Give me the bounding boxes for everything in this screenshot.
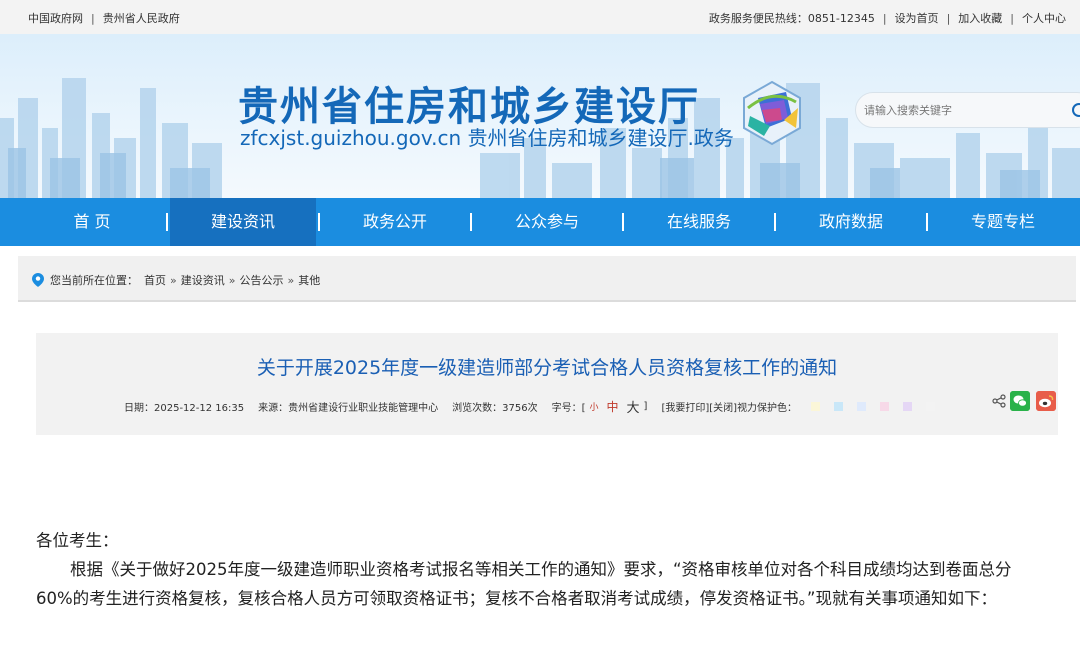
nav-separator <box>774 213 776 231</box>
breadcrumb-label: 您当前所在位置： <box>50 274 138 287</box>
link-gov-cn[interactable]: 中国政府网 <box>28 10 83 26</box>
set-homepage-link[interactable]: 设为首页 <box>895 10 939 26</box>
article-header: 关于开展2025年度一级建造师部分考试合格人员资格复核工作的通知 日期：2025… <box>36 333 1058 435</box>
eye-care-swatch-5[interactable] <box>926 401 936 411</box>
font-size-close: ] <box>643 401 648 412</box>
personal-center-link[interactable]: 个人中心 <box>1022 10 1066 26</box>
nav-item-public-affairs[interactable]: 政务公开 <box>322 198 468 246</box>
search-box <box>855 92 1080 128</box>
banner: 贵州省住房和城乡建设厅 zfcxjst.guizhou.gov.cn 贵州省住房… <box>0 34 1080 198</box>
separator: | <box>91 11 95 25</box>
body-paragraph: 根据《关于做好2025年度一级建造师职业资格考试报名等相关工作的通知》要求，“资… <box>36 560 1012 608</box>
main-nav: 首 页 建设资讯 政务公开 公众参与 在线服务 政府数据 专题专栏 <box>0 198 1080 246</box>
article-views: 浏览次数：3756次 <box>452 403 538 414</box>
nav-item-public-participation[interactable]: 公众参与 <box>474 198 620 246</box>
article-date: 日期：2025-12-12 16:35 <box>124 403 245 414</box>
nav-separator <box>166 213 168 231</box>
wechat-share-icon[interactable] <box>1010 391 1030 411</box>
breadcrumb: 您当前所在位置： 首页 » 建设资讯 » 公告公示 » 其他 <box>18 256 1076 302</box>
breadcrumb-other[interactable]: 其他 <box>298 272 320 288</box>
breadcrumb-separator: » <box>170 273 177 287</box>
hotline-label: 政务服务便民热线： <box>708 12 808 25</box>
font-size-label: 字号：[ <box>551 403 586 414</box>
nav-separator <box>622 213 624 231</box>
breadcrumb-home[interactable]: 首页 <box>144 272 166 288</box>
top-bar-right: 政务服务便民热线： 0851-12345 | 设为首页 | 加入收藏 | 个人中… <box>709 10 1066 26</box>
site-subtitle: zfcxjst.guizhou.gov.cn 贵州省住房和城乡建设厅.政务 <box>240 126 734 150</box>
nav-item-online-service[interactable]: 在线服务 <box>626 198 772 246</box>
nav-item-gov-data[interactable]: 政府数据 <box>778 198 924 246</box>
add-favorite-link[interactable]: 加入收藏 <box>958 10 1002 26</box>
print-button[interactable]: [我要打印] <box>661 399 709 414</box>
article-title: 关于开展2025年度一级建造师部分考试合格人员资格复核工作的通知 <box>256 357 838 379</box>
nav-item-news[interactable]: 建设资讯 <box>170 198 316 246</box>
eye-care-label: 视力保护色： <box>737 403 798 414</box>
share-bar <box>992 391 1056 411</box>
separator: | <box>1010 11 1014 25</box>
site-emblem-icon <box>743 80 801 146</box>
nav-separator <box>470 213 472 231</box>
nav-separator <box>926 213 928 231</box>
font-size-medium-button[interactable]: 中 <box>607 398 619 415</box>
hotline-number: 0851-12345 <box>807 11 875 25</box>
article-source: 来源：贵州省建设行业职业技能管理中心 <box>258 403 439 414</box>
breadcrumb-inner: 您当前所在位置： 首页 » 建设资讯 » 公告公示 » 其他 <box>32 272 320 288</box>
top-bar-left: 中国政府网 | 贵州省人民政府 <box>28 10 180 26</box>
font-size-small-button[interactable]: 小 <box>589 400 598 413</box>
eye-care-swatch-1[interactable] <box>834 401 844 411</box>
nav-separator <box>318 213 320 231</box>
eye-care-swatches <box>811 401 949 412</box>
search-icon[interactable] <box>1070 101 1080 121</box>
breadcrumb-news[interactable]: 建设资讯 <box>181 272 225 288</box>
nav-item-special-topics[interactable]: 专题专栏 <box>930 198 1076 246</box>
article-meta: 日期：2025-12-12 16:35 来源：贵州省建设行业职业技能管理中心 浏… <box>124 397 949 416</box>
greeting: 各位考生： <box>36 531 119 550</box>
top-bar: 中国政府网 | 贵州省人民政府 政务服务便民热线： 0851-12345 | 设… <box>0 0 1080 34</box>
link-guizhou-gov[interactable]: 贵州省人民政府 <box>103 10 180 26</box>
breadcrumb-separator: » <box>228 273 236 287</box>
article-body: 各位考生： 根据《关于做好2025年度一级建造师职业资格考试报名等相关工作的通知… <box>36 526 1046 613</box>
eye-care-swatch-2[interactable] <box>857 401 867 411</box>
share-icon[interactable] <box>992 394 1006 408</box>
separator: | <box>882 11 887 25</box>
eye-care-swatch-3[interactable] <box>880 401 890 411</box>
separator: | <box>946 11 951 25</box>
font-size-large-button[interactable]: 大 <box>627 397 640 416</box>
breadcrumb-separator: » <box>287 273 295 287</box>
location-pin-icon <box>32 273 44 287</box>
eye-care-swatch-4[interactable] <box>903 401 913 411</box>
breadcrumb-announcements[interactable]: 公告公示 <box>239 272 283 288</box>
weibo-share-icon[interactable] <box>1036 391 1056 411</box>
nav-item-home[interactable]: 首 页 <box>19 198 165 246</box>
eye-care-swatch-0[interactable] <box>811 401 821 411</box>
search-input[interactable] <box>864 101 1054 121</box>
close-button[interactable]: [关闭] <box>709 399 737 414</box>
